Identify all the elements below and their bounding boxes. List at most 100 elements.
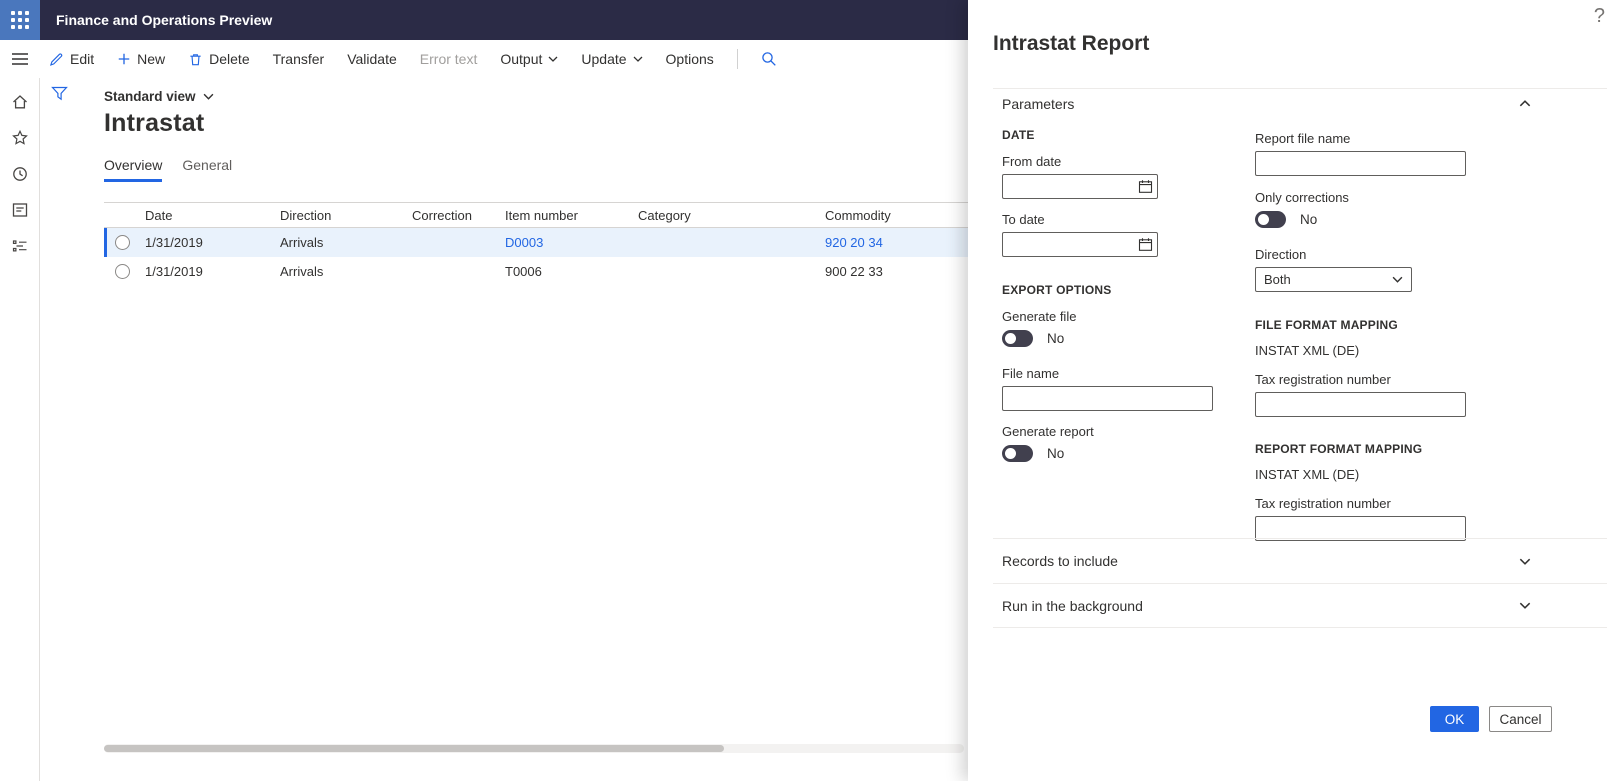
tab-general[interactable]: General [182, 157, 232, 182]
report-file-name-label: Report file name [1255, 131, 1351, 146]
page-tabs: Overview General [104, 157, 232, 182]
calendar-icon[interactable] [1138, 237, 1153, 252]
cell-date: 1/31/2019 [145, 235, 203, 250]
column-header-direction[interactable]: Direction [280, 208, 412, 223]
generate-file-toggle[interactable] [1002, 330, 1033, 347]
file-name-input[interactable] [1002, 386, 1213, 411]
scrollbar-thumb[interactable] [104, 745, 724, 752]
view-selector[interactable]: Standard view [104, 89, 214, 104]
cell-item-number-link[interactable]: D0003 [505, 235, 638, 250]
parameters-section-header[interactable]: Parameters [993, 88, 1607, 118]
chevron-down-icon [633, 56, 643, 62]
chevron-down-icon [1392, 276, 1403, 283]
app-launcher-button[interactable] [0, 0, 40, 40]
help-icon[interactable]: ? [1594, 5, 1605, 28]
run-in-background-section[interactable]: Run in the background [993, 583, 1607, 628]
chevron-down-icon [1519, 558, 1531, 565]
ok-button[interactable]: OK [1430, 706, 1479, 732]
intrastat-grid: Date Direction Correction Item number Ca… [104, 202, 968, 286]
date-group-heading: DATE [1002, 128, 1035, 142]
table-row[interactable]: 1/31/2019 Arrivals D0003 920 20 34 [104, 228, 968, 257]
calendar-icon[interactable] [1138, 179, 1153, 194]
options-label: Options [665, 51, 714, 67]
column-header-correction[interactable]: Correction [412, 208, 505, 223]
output-menu-button[interactable]: Output [500, 51, 558, 67]
tax-registration-number-input[interactable] [1255, 392, 1466, 417]
toggle-knob [1258, 214, 1269, 225]
delete-button[interactable]: Delete [188, 51, 250, 67]
edit-label: Edit [70, 51, 95, 67]
horizontal-scrollbar[interactable] [104, 744, 964, 753]
only-corrections-value: No [1300, 212, 1318, 227]
export-options-heading: EXPORT OPTIONS [1002, 283, 1112, 297]
search-button[interactable] [761, 51, 777, 67]
waffle-icon [11, 11, 29, 29]
cell-commodity-link[interactable]: 920 20 34 [825, 235, 968, 250]
column-header-item-number[interactable]: Item number [505, 208, 638, 223]
update-label: Update [581, 51, 627, 67]
update-menu-button[interactable]: Update [581, 51, 643, 67]
to-date-label: To date [1002, 212, 1045, 227]
generate-report-toggle[interactable] [1002, 445, 1033, 462]
new-button[interactable]: New [117, 51, 165, 67]
dialog-title: Intrastat Report [993, 32, 1150, 55]
parameters-left-column: DATE From date To date EXPORT OPTIONS Ge… [1002, 128, 1224, 462]
edit-button[interactable]: Edit [49, 51, 94, 67]
toggle-knob [1005, 448, 1016, 459]
from-date-input[interactable] [1002, 174, 1158, 199]
validate-button[interactable]: Validate [347, 51, 397, 67]
app-title: Finance and Operations Preview [56, 12, 273, 28]
generate-report-value: No [1047, 446, 1065, 461]
records-to-include-section[interactable]: Records to include [993, 538, 1607, 583]
delete-label: Delete [209, 51, 250, 67]
action-toolbar: Edit New Delete Transfer Validate Error … [0, 40, 968, 78]
column-header-date[interactable]: Date [145, 208, 280, 223]
sidebar-item-recent[interactable] [0, 156, 40, 192]
cancel-button[interactable]: Cancel [1489, 706, 1552, 732]
search-icon [762, 52, 776, 66]
left-nav-sidebar [0, 78, 40, 781]
direction-value: Both [1264, 272, 1291, 287]
from-date-label: From date [1002, 154, 1062, 169]
intrastat-report-dialog: ? Intrastat Report Parameters DATE From … [968, 0, 1623, 781]
cell-direction: Arrivals [280, 235, 324, 250]
transfer-button[interactable]: Transfer [273, 51, 325, 67]
home-icon [12, 95, 27, 109]
only-corrections-toggle[interactable] [1255, 211, 1286, 228]
tab-overview[interactable]: Overview [104, 157, 163, 182]
pencil-icon [50, 52, 63, 66]
toggle-knob [1005, 333, 1016, 344]
report-file-name-input[interactable] [1255, 151, 1466, 176]
column-header-commodity[interactable]: Commodity [825, 208, 968, 223]
sidebar-item-favorites[interactable] [0, 120, 40, 156]
to-date-input[interactable] [1002, 232, 1158, 257]
clock-icon [12, 167, 27, 181]
error-text-label: Error text [419, 51, 478, 67]
parameters-label: Parameters [1002, 95, 1075, 112]
toolbar-divider [736, 49, 738, 69]
grid-header-row: Date Direction Correction Item number Ca… [104, 202, 968, 228]
new-label: New [137, 51, 166, 67]
cell-item-number: T0006 [505, 264, 542, 279]
file-format-mapping-heading: FILE FORMAT MAPPING [1255, 318, 1398, 332]
row-radio[interactable] [115, 264, 130, 279]
report-format-mapping-value: INSTAT XML (DE) [1255, 467, 1360, 482]
nav-menu-button[interactable] [0, 40, 40, 78]
filter-button[interactable] [51, 86, 68, 102]
output-label: Output [500, 51, 543, 67]
sidebar-item-workspaces[interactable] [0, 192, 40, 228]
tax-registration-number-label-2: Tax registration number [1255, 496, 1391, 511]
workspace-icon [12, 203, 27, 217]
sidebar-item-modules[interactable] [0, 228, 40, 264]
options-button[interactable]: Options [666, 51, 714, 67]
cell-date: 1/31/2019 [145, 264, 203, 279]
column-header-category[interactable]: Category [638, 208, 825, 223]
parameters-right-column: Report file name Only corrections No Dir… [1255, 128, 1470, 541]
table-row[interactable]: 1/31/2019 Arrivals T0006 900 22 33 [104, 257, 968, 286]
row-radio[interactable] [115, 235, 130, 250]
direction-select[interactable]: Both [1255, 267, 1412, 292]
tax-registration-number-label: Tax registration number [1255, 372, 1391, 387]
sidebar-item-home[interactable] [0, 84, 40, 120]
generate-report-label: Generate report [1002, 424, 1094, 439]
generate-file-value: No [1047, 331, 1065, 346]
